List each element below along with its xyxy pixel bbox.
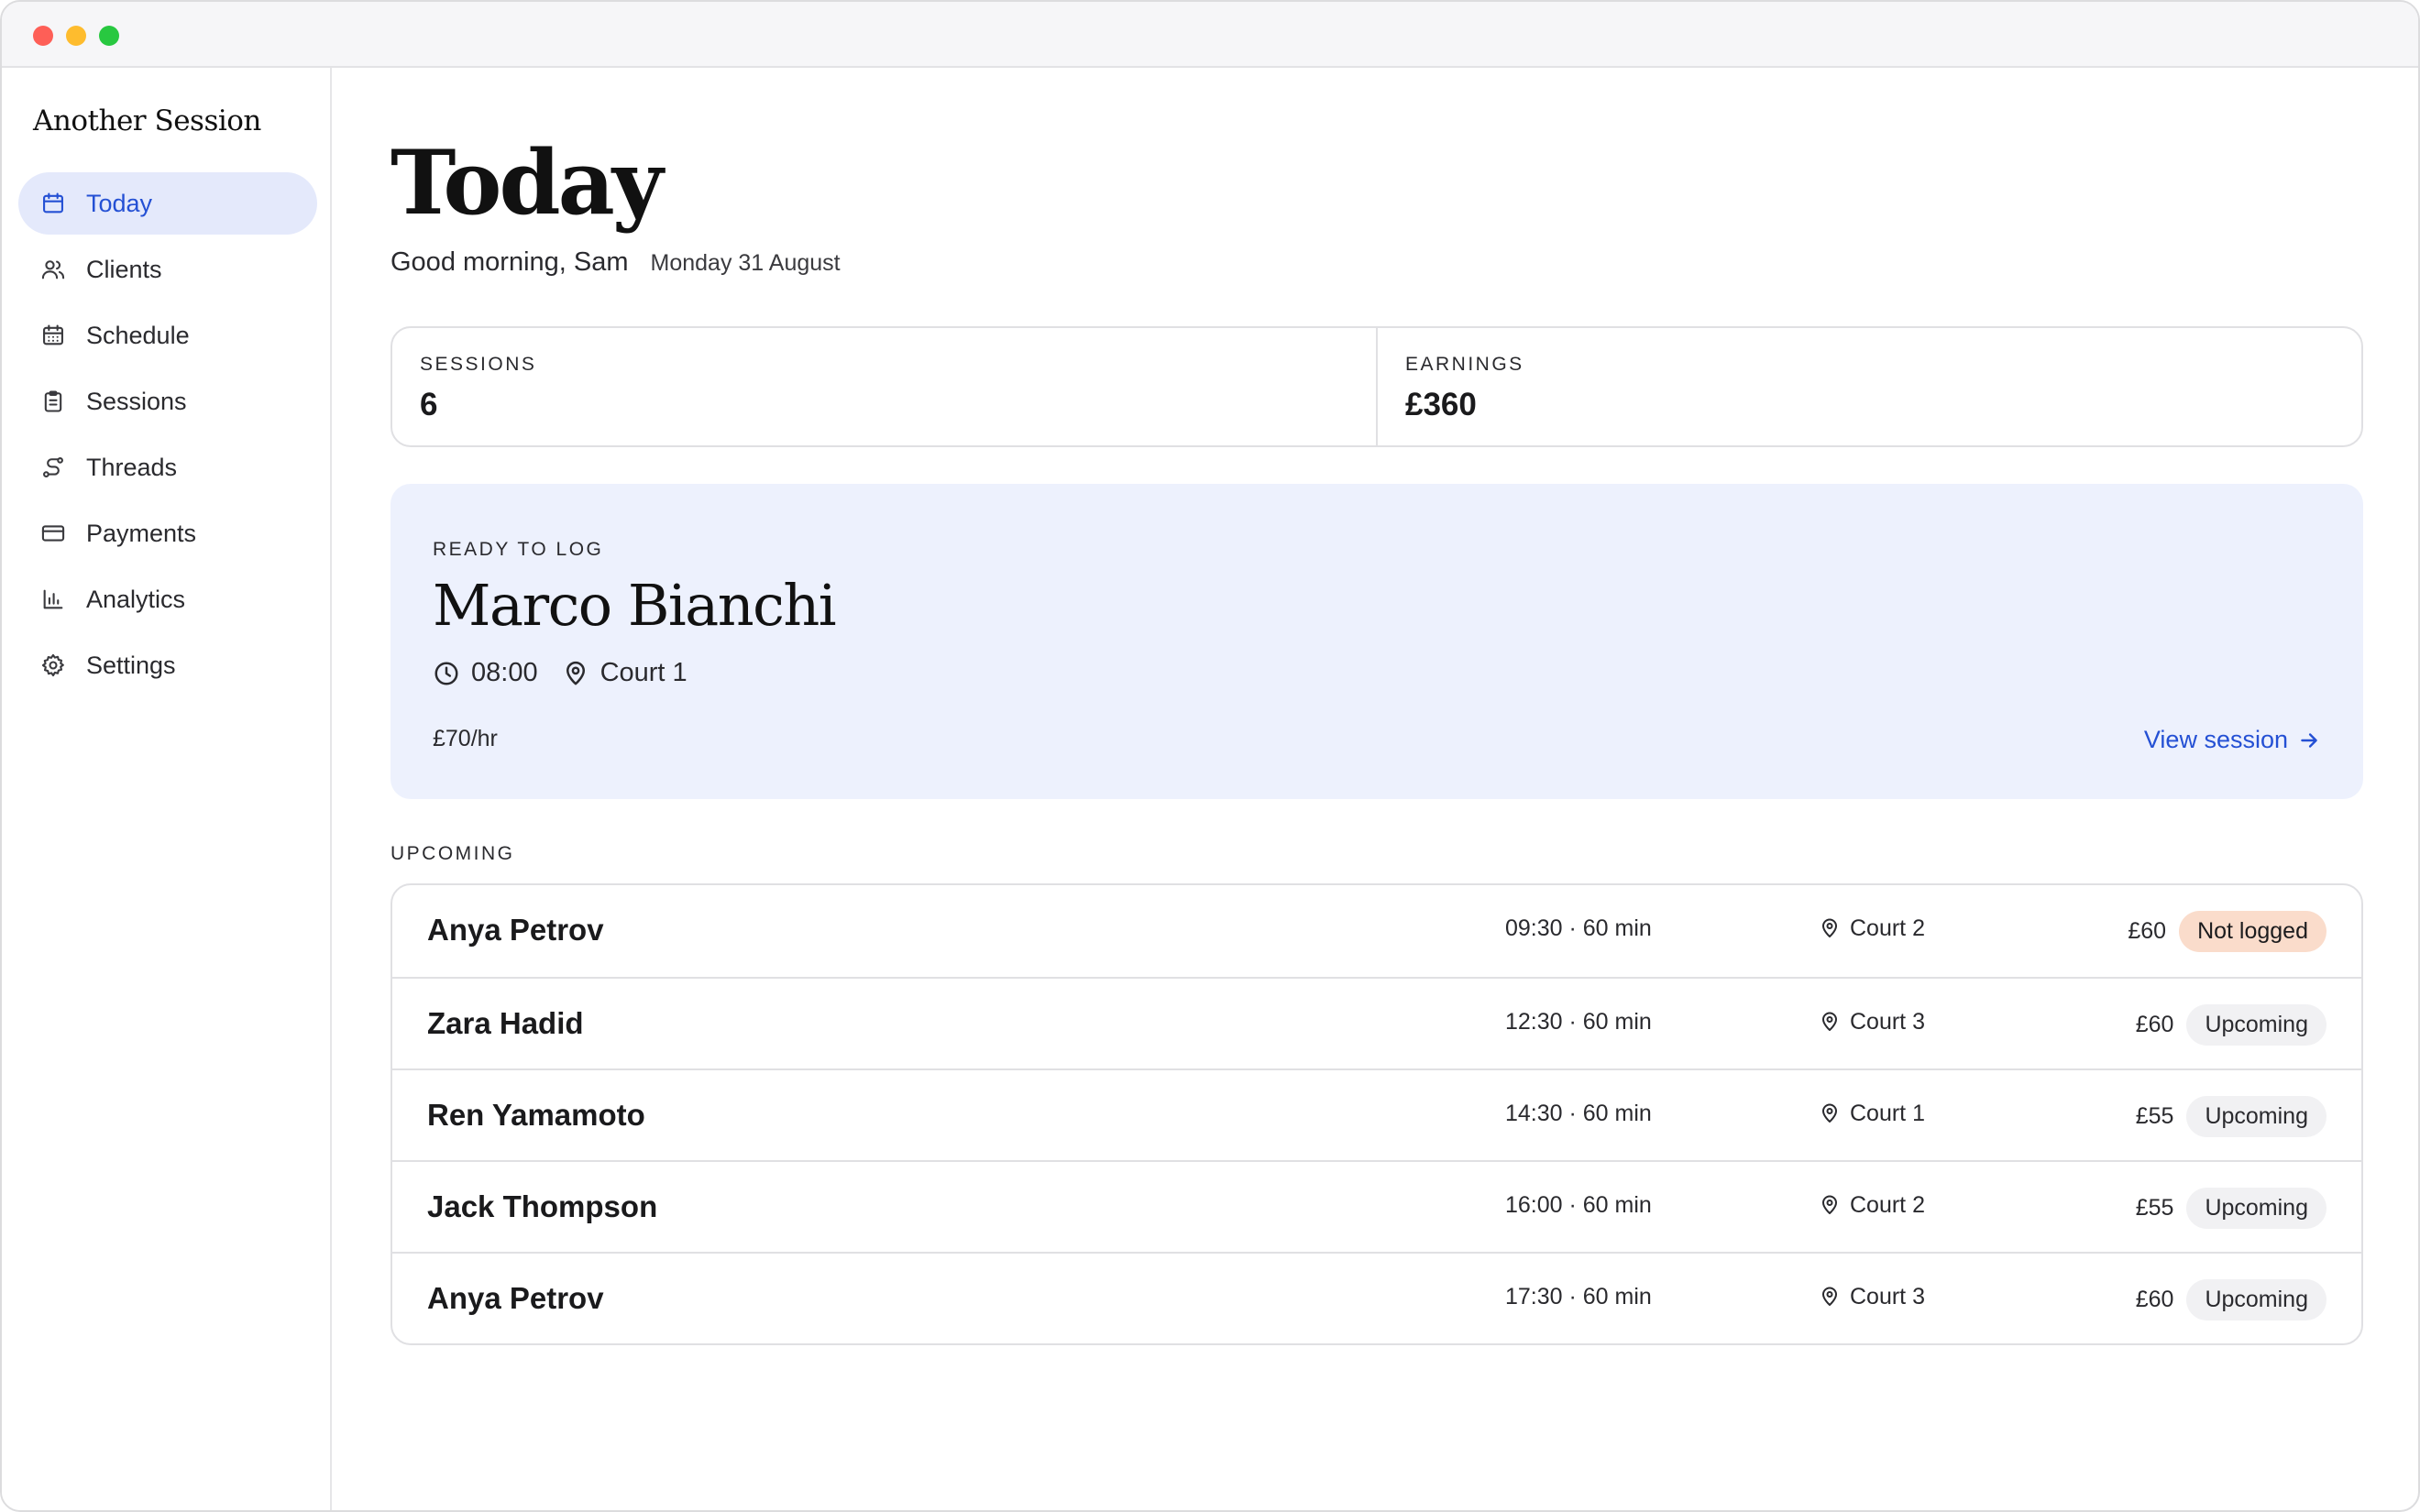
row-time: 16:00 · 60 min [1505, 1192, 1652, 1218]
row-location: Court 1 [1819, 1070, 1925, 1156]
status-badge: Not logged [2179, 910, 2326, 952]
sidebar-nav: Today Clients Schedule Sessions Threads … [18, 172, 317, 700]
sidebar-item-label: Settings [86, 651, 176, 679]
arrow-right-icon [2301, 732, 2317, 748]
table-row[interactable]: Zara Hadid 12:30 · 60 min Court 3 £60 Up… [392, 977, 2361, 1068]
row-location: Court 2 [1819, 1162, 1925, 1248]
map-pin-icon [1822, 1287, 1837, 1306]
row-client-name: Zara Hadid [427, 1006, 584, 1040]
calendar-icon [38, 189, 68, 218]
session-location: Court 1 [600, 658, 688, 687]
row-location: Court 2 [1819, 885, 1925, 971]
row-time: 12:30 · 60 min [1505, 1009, 1652, 1035]
sidebar-item-label: Today [86, 189, 153, 217]
sidebar-item-label: Analytics [86, 585, 186, 613]
session-time: 08:00 [471, 658, 538, 687]
main-content: Today Good morning, Sam Monday 31 August… [334, 68, 2418, 1510]
row-price: £60 [2135, 1011, 2174, 1037]
table-row[interactable]: Ren Yamamoto 14:30 · 60 min Court 1 £55 … [392, 1068, 2361, 1160]
row-time: 14:30 · 60 min [1505, 1101, 1652, 1126]
row-location-label: Court 3 [1850, 1008, 1925, 1035]
row-price: £55 [2135, 1102, 2174, 1129]
row-price: £60 [2128, 917, 2167, 944]
section-heading-upcoming: UPCOMING [390, 843, 515, 864]
page-title: Today [390, 131, 664, 235]
minimize-window-button[interactable] [66, 26, 86, 46]
clipboard-icon [38, 387, 68, 416]
sidebar-item-settings[interactable]: Settings [18, 634, 317, 696]
credit-card-icon [38, 519, 68, 548]
current-date: Monday 31 August [650, 250, 841, 276]
status-badge: Upcoming [2186, 1003, 2326, 1046]
sidebar-item-analytics[interactable]: Analytics [18, 568, 317, 630]
calendar-grid-icon [38, 321, 68, 350]
gear-icon [38, 651, 68, 680]
row-location-label: Court 3 [1850, 1283, 1925, 1309]
upcoming-list: Anya Petrov 09:30 · 60 min Court 2 £60 N… [390, 883, 2363, 1345]
map-pin-icon [1822, 1103, 1837, 1123]
row-location-label: Court 1 [1850, 1100, 1925, 1126]
greeting-line: Good morning, Sam Monday 31 August [390, 247, 841, 278]
stat-label: EARNINGS [1405, 354, 1524, 375]
sidebar-item-clients[interactable]: Clients [18, 238, 317, 301]
app-window: Another Session Today Clients Schedule S… [0, 0, 2420, 1512]
session-rate: £70/hr [433, 726, 498, 751]
title-bar [2, 2, 2418, 68]
sidebar-item-threads[interactable]: Threads [18, 436, 317, 499]
sidebar-item-label: Sessions [86, 387, 187, 415]
stat-earnings: EARNINGS £360 [1376, 328, 2361, 445]
row-location: Court 3 [1819, 979, 1925, 1065]
status-badge: Upcoming [2186, 1095, 2326, 1137]
sidebar-item-label: Schedule [86, 321, 190, 349]
table-row[interactable]: Jack Thompson 16:00 · 60 min Court 2 £55… [392, 1160, 2361, 1252]
map-pin-icon [1822, 1012, 1837, 1031]
sidebar-item-schedule[interactable]: Schedule [18, 304, 317, 367]
sidebar-item-label: Threads [86, 453, 178, 481]
view-session-label: View session [2143, 726, 2288, 753]
stat-value: £360 [1405, 387, 1477, 422]
row-client-name: Anya Petrov [427, 913, 604, 947]
row-location: Court 3 [1819, 1254, 1925, 1340]
close-window-button[interactable] [33, 26, 53, 46]
row-time: 09:30 · 60 min [1505, 915, 1652, 941]
sidebar: Another Session Today Clients Schedule S… [2, 68, 332, 1510]
row-client-name: Jack Thompson [427, 1189, 658, 1223]
ready-to-log-card: READY TO LOG Marco Bianchi 08:00 Court 1… [390, 484, 2363, 799]
view-session-link[interactable]: View session [2144, 726, 2321, 754]
stat-label: SESSIONS [420, 354, 537, 375]
sidebar-item-label: Clients [86, 255, 162, 283]
status-badge: Upcoming [2186, 1187, 2326, 1229]
greeting-text: Good morning, Sam [390, 247, 629, 277]
route-icon [38, 453, 68, 482]
row-price: £60 [2135, 1286, 2174, 1312]
clock-icon [434, 662, 458, 685]
sidebar-item-payments[interactable]: Payments [18, 502, 317, 564]
brand-name: Another Session [33, 104, 261, 137]
zoom-window-button[interactable] [99, 26, 119, 46]
users-icon [38, 255, 68, 284]
client-name: Marco Bianchi [433, 572, 837, 639]
row-location-label: Court 2 [1850, 915, 1925, 941]
row-price: £55 [2135, 1194, 2174, 1221]
stat-sessions: SESSIONS 6 [392, 328, 1376, 445]
stats-card: SESSIONS 6 EARNINGS £360 [390, 326, 2363, 447]
session-meta: 08:00 Court 1 [433, 658, 688, 688]
row-client-name: Ren Yamamoto [427, 1098, 645, 1132]
row-client-name: Anya Petrov [427, 1281, 604, 1315]
map-pin-icon [1822, 1195, 1837, 1214]
sidebar-item-sessions[interactable]: Sessions [18, 370, 317, 433]
stat-value: 6 [420, 387, 438, 422]
sidebar-item-label: Payments [86, 519, 197, 547]
status-badge: Upcoming [2186, 1278, 2326, 1320]
map-pin-icon [1822, 918, 1837, 937]
table-row[interactable]: Anya Petrov 09:30 · 60 min Court 2 £60 N… [392, 885, 2361, 977]
card-eyebrow: READY TO LOG [433, 539, 604, 560]
row-location-label: Court 2 [1850, 1191, 1925, 1218]
bar-chart-icon [38, 585, 68, 614]
table-row[interactable]: Anya Petrov 17:30 · 60 min Court 3 £60 U… [392, 1252, 2361, 1343]
row-time: 17:30 · 60 min [1505, 1284, 1652, 1309]
sidebar-item-today[interactable]: Today [18, 172, 317, 235]
map-pin-icon [566, 661, 585, 685]
